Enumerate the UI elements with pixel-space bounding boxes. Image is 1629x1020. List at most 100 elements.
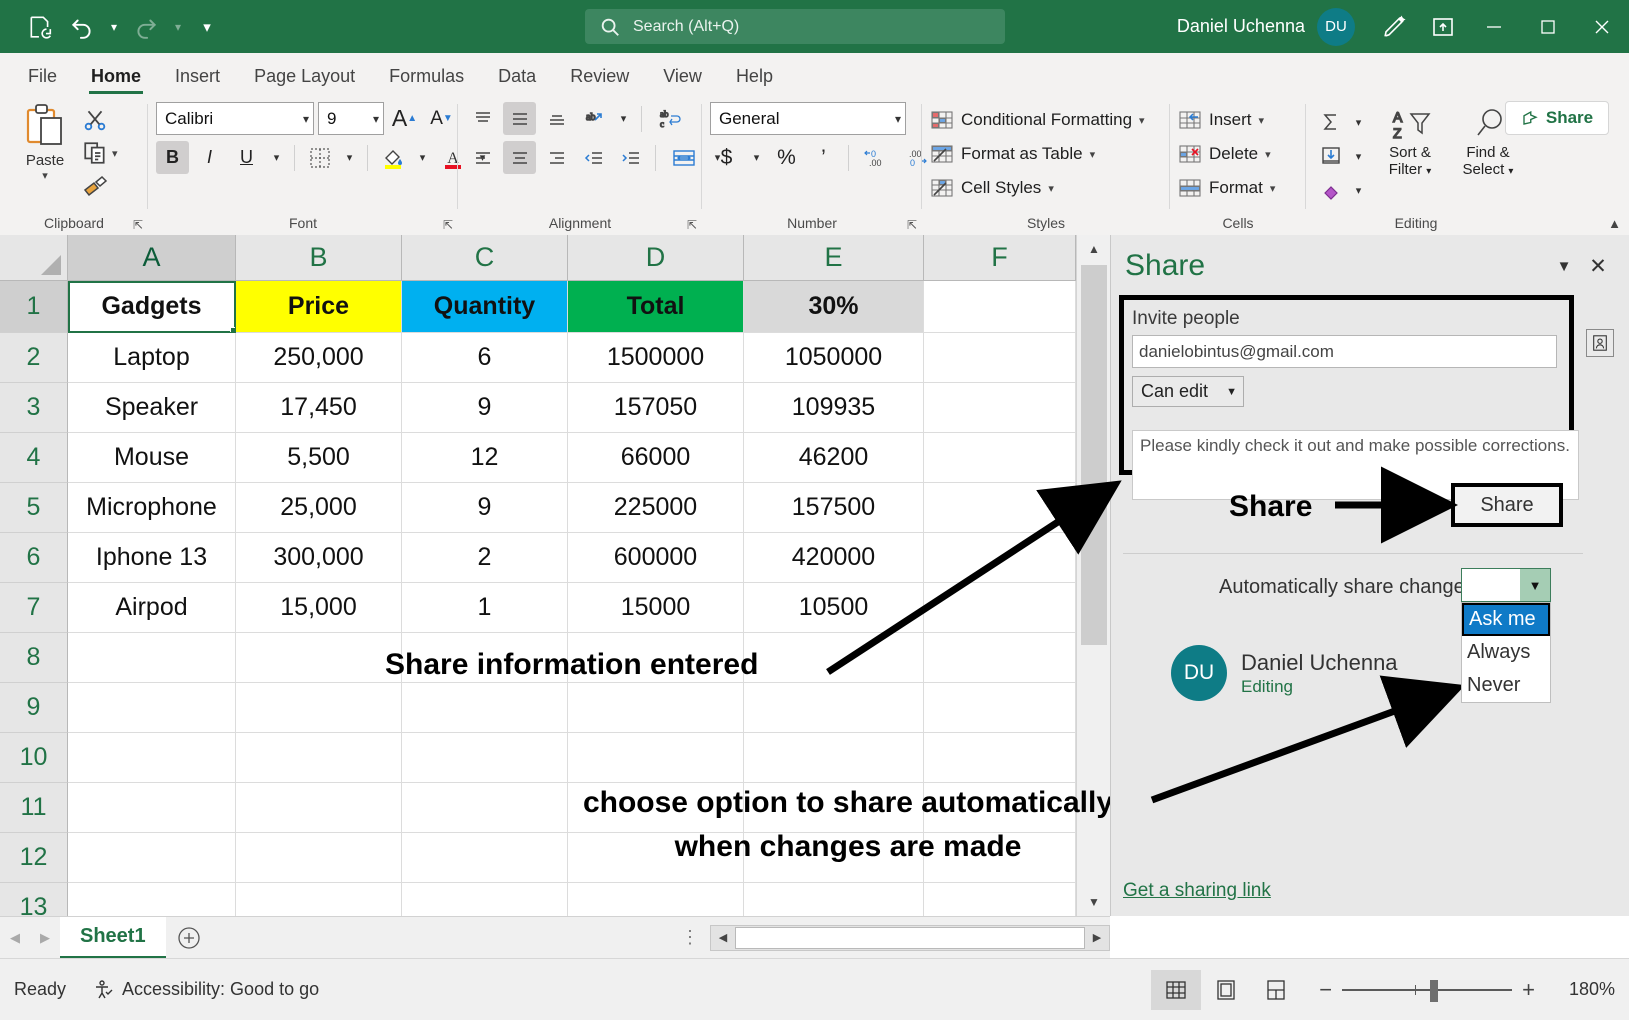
zoom-slider-thumb[interactable] [1430, 980, 1438, 1002]
sheet-tab-sheet1[interactable]: Sheet1 [60, 917, 166, 959]
vertical-scroll-thumb[interactable] [1081, 265, 1107, 645]
row-header-11[interactable]: 11 [0, 783, 68, 833]
delete-cells-button[interactable]: Delete ▾ [1178, 139, 1275, 169]
zoom-slider[interactable] [1342, 989, 1512, 991]
search-input[interactable]: Search (Alt+Q) [585, 9, 1005, 44]
cell-c12[interactable] [402, 833, 568, 883]
column-header-a[interactable]: A [68, 235, 236, 281]
wrap-text-icon[interactable]: ab c [650, 102, 690, 135]
minimize-button[interactable] [1467, 0, 1521, 53]
cell-f9[interactable] [924, 683, 1076, 733]
address-book-icon[interactable] [1586, 329, 1614, 357]
insert-cells-button[interactable]: Insert ▾ [1178, 105, 1275, 135]
cell-a1[interactable]: Gadgets [68, 281, 236, 333]
cell-d4[interactable]: 66000 [568, 433, 744, 483]
cell-a2[interactable]: Laptop [68, 333, 236, 383]
tab-formulas[interactable]: Formulas [373, 59, 480, 96]
collapse-ribbon-icon[interactable]: ▲ [1608, 216, 1621, 231]
maximize-button[interactable] [1521, 0, 1575, 53]
row-header-4[interactable]: 4 [0, 433, 68, 483]
cell-b7[interactable]: 15,000 [236, 583, 402, 633]
invite-email-input[interactable]: danielobintus@gmail.com [1132, 335, 1557, 368]
cell-f1[interactable] [924, 281, 1076, 333]
cut-icon[interactable] [82, 107, 108, 133]
clear-dropdown-icon[interactable]: ▾ [1349, 174, 1368, 207]
cell-b2[interactable]: 250,000 [236, 333, 402, 383]
cell-f5[interactable] [924, 483, 1076, 533]
ribbon-display-options-icon[interactable] [1419, 0, 1467, 53]
number-format-combo[interactable]: General ▾ [710, 102, 906, 135]
page-layout-view-button[interactable] [1201, 970, 1251, 1010]
cell-d5[interactable]: 225000 [568, 483, 744, 533]
avatar[interactable]: DU [1317, 8, 1355, 46]
fill-dropdown-icon[interactable]: ▾ [1349, 140, 1368, 173]
cell-c4[interactable]: 12 [402, 433, 568, 483]
autosum-icon[interactable] [1314, 106, 1347, 139]
horizontal-scroll-thumb[interactable] [735, 927, 1085, 949]
undo-icon[interactable] [62, 10, 102, 44]
fill-color-dropdown-icon[interactable]: ▾ [413, 141, 432, 174]
cell-c7[interactable]: 1 [402, 583, 568, 633]
cell-a11[interactable] [68, 783, 236, 833]
cell-b10[interactable] [236, 733, 402, 783]
chevron-down-icon[interactable]: ▼ [1520, 569, 1550, 601]
row-header-1[interactable]: 1 [0, 281, 68, 333]
zoom-level[interactable]: 180% [1555, 979, 1615, 1000]
cell-c10[interactable] [402, 733, 568, 783]
borders-dropdown-icon[interactable]: ▾ [340, 141, 359, 174]
cell-e5[interactable]: 157500 [744, 483, 924, 533]
cell-d3[interactable]: 157050 [568, 383, 744, 433]
align-left-icon[interactable] [466, 141, 499, 174]
cell-a13[interactable] [68, 883, 236, 916]
zoom-in-button[interactable]: + [1522, 977, 1535, 1003]
align-top-icon[interactable] [466, 102, 499, 135]
column-header-b[interactable]: B [236, 235, 402, 281]
fill-icon[interactable] [1314, 140, 1347, 173]
column-header-f[interactable]: F [924, 235, 1076, 281]
conditional-formatting-button[interactable]: Conditional Formatting ▾ [930, 105, 1145, 135]
format-cells-button[interactable]: Format ▾ [1178, 173, 1275, 203]
row-header-6[interactable]: 6 [0, 533, 68, 583]
dropdown-option-ask-me[interactable]: Ask me [1462, 603, 1550, 636]
cell-c9[interactable] [402, 683, 568, 733]
row-header-12[interactable]: 12 [0, 833, 68, 883]
row-header-8[interactable]: 8 [0, 633, 68, 683]
row-header-13[interactable]: 13 [0, 883, 68, 916]
font-dialog-launcher-icon[interactable]: ⇱ [443, 218, 453, 232]
cell-f4[interactable] [924, 433, 1076, 483]
clipboard-dialog-launcher-icon[interactable]: ⇱ [133, 218, 143, 232]
align-right-icon[interactable] [540, 141, 573, 174]
quick-access-more-icon[interactable]: ▾ [190, 10, 224, 44]
tab-insert[interactable]: Insert [159, 59, 236, 96]
autosum-dropdown-icon[interactable]: ▾ [1349, 106, 1368, 139]
auto-share-combo[interactable]: ▼ [1461, 568, 1551, 602]
draw-pen-icon[interactable] [1371, 0, 1419, 53]
fill-color-icon[interactable] [376, 141, 409, 174]
cell-b11[interactable] [236, 783, 402, 833]
cell-a9[interactable] [68, 683, 236, 733]
cell-d9[interactable] [568, 683, 744, 733]
cell-a4[interactable]: Mouse [68, 433, 236, 483]
cell-a3[interactable]: Speaker [68, 383, 236, 433]
column-header-d[interactable]: D [568, 235, 744, 281]
cell-b5[interactable]: 25,000 [236, 483, 402, 533]
tab-home[interactable]: Home [75, 59, 157, 96]
cell-e2[interactable]: 1050000 [744, 333, 924, 383]
cell-b8[interactable] [236, 633, 402, 683]
increase-decimal-icon[interactable]: 0 .00 [857, 141, 897, 174]
scroll-right-button[interactable]: ▶ [1085, 926, 1109, 950]
scroll-up-button[interactable]: ▲ [1077, 235, 1111, 263]
merge-cells-icon[interactable] [664, 141, 704, 174]
row-header-7[interactable]: 7 [0, 583, 68, 633]
bold-button[interactable]: B [156, 141, 189, 174]
row-header-5[interactable]: 5 [0, 483, 68, 533]
cell-f6[interactable] [924, 533, 1076, 583]
cell-d10[interactable] [568, 733, 744, 783]
row-header-9[interactable]: 9 [0, 683, 68, 733]
increase-indent-icon[interactable] [614, 141, 647, 174]
cell-e13[interactable] [744, 883, 924, 916]
cell-a7[interactable]: Airpod [68, 583, 236, 633]
select-all-corner[interactable] [0, 235, 68, 281]
cell-b6[interactable]: 300,000 [236, 533, 402, 583]
copy-icon[interactable] [82, 140, 108, 166]
